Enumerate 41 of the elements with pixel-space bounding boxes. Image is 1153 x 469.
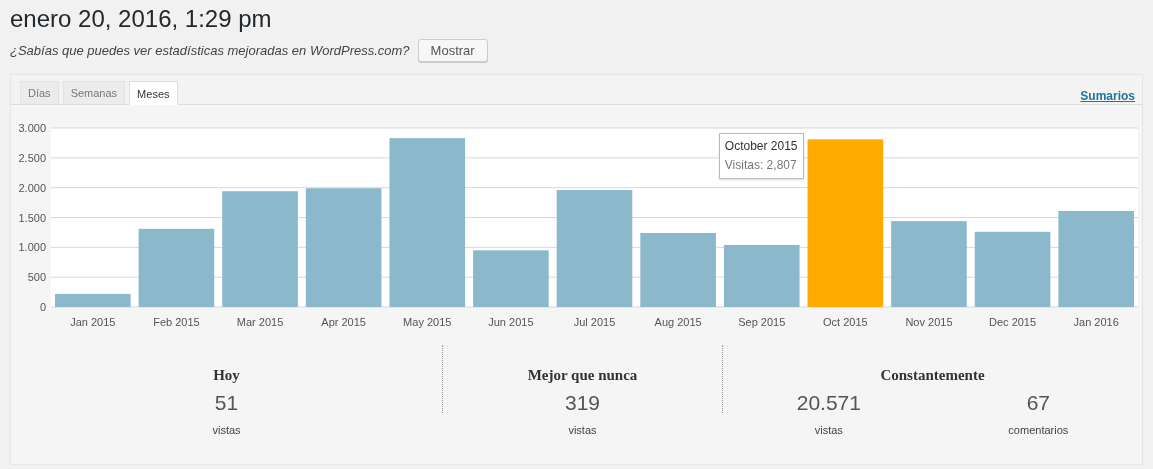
axis-label: 2.000 bbox=[18, 181, 46, 194]
axis-label: 3.000 bbox=[18, 122, 46, 134]
summaries-link[interactable]: Sumarios bbox=[1080, 87, 1135, 105]
tab[interactable]: Días bbox=[20, 81, 59, 104]
axis-label: Jul 2015 bbox=[573, 316, 616, 328]
axis-label: Sep 2015 bbox=[738, 316, 786, 328]
axis-label: 0 bbox=[39, 301, 46, 313]
axis-label: Mar 2015 bbox=[236, 316, 284, 328]
stat-value: 51 bbox=[214, 390, 239, 416]
axis-label: 1.500 bbox=[18, 211, 46, 224]
show-button[interactable]: Mostrar bbox=[417, 39, 488, 62]
stat-label: vistas bbox=[814, 423, 843, 438]
page-title: enero 20, 2016, 1:29 pm bbox=[10, 4, 272, 34]
stat-heading: Mejor que nunca bbox=[527, 366, 638, 385]
axis-label: Dec 2015 bbox=[989, 316, 1037, 328]
axis-label: Apr 2015 bbox=[321, 316, 366, 328]
stat-heading: Hoy bbox=[213, 366, 240, 385]
axis-label: Aug 2015 bbox=[654, 316, 702, 328]
axis-label: 1.000 bbox=[18, 241, 46, 254]
stat-value: 20.571 bbox=[796, 390, 861, 416]
axis-label: Jan 2015 bbox=[70, 316, 116, 328]
stat-value: 319 bbox=[564, 390, 600, 416]
tab[interactable]: Meses bbox=[129, 81, 178, 105]
axis-label: Jun 2015 bbox=[488, 316, 534, 328]
axis-label: 500 bbox=[27, 271, 46, 284]
axis-label: Jan 2016 bbox=[1073, 316, 1119, 328]
stat-label: vistas bbox=[568, 423, 597, 438]
tab[interactable]: Semanas bbox=[62, 81, 126, 104]
axis-label: 2.500 bbox=[18, 151, 46, 164]
stat-heading: Constantemente bbox=[880, 366, 985, 385]
axis-label: Nov 2015 bbox=[905, 316, 953, 328]
notice-text: ¿Sabías que puedes ver estadísticas mejoradas en WordPress.com? bbox=[10, 41, 410, 60]
stat-label: vistas bbox=[212, 423, 241, 438]
stat-label: comentarios bbox=[1008, 423, 1069, 438]
chart-tooltip: October 2015 Visitas: 2,807 bbox=[718, 133, 804, 180]
stat-value: 67 bbox=[1026, 390, 1050, 416]
axis-label: Oct 2015 bbox=[823, 316, 868, 328]
annotation: October 2015 bbox=[724, 138, 798, 156]
axis-label: May 2015 bbox=[403, 316, 452, 328]
axis-label: Feb 2015 bbox=[153, 316, 200, 328]
annotation: Visitas: 2,807 bbox=[724, 157, 798, 175]
